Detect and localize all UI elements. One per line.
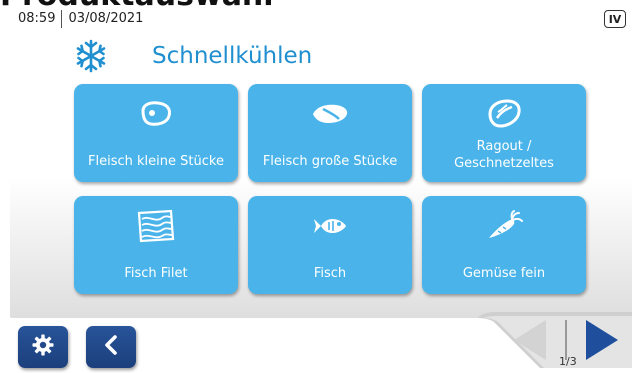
tile-fisch[interactable]: Fisch <box>248 196 412 294</box>
tile-ragout[interactable]: Ragout / Geschnetzeltes <box>422 84 586 182</box>
triangle-right-icon <box>586 320 618 360</box>
clock-date: 03/08/2021 <box>68 11 144 26</box>
tile-label: Ragout / Geschnetzeltes <box>454 138 554 172</box>
ragout-icon <box>480 96 528 132</box>
tile-label-line2: Geschnetzeltes <box>454 156 554 171</box>
status-bar: 08:59 03/08/2021 IV <box>10 6 632 32</box>
back-button[interactable] <box>86 326 136 368</box>
settings-button[interactable] <box>18 326 68 368</box>
tile-label: Gemüse fein <box>462 266 546 281</box>
tile-fleisch-kleine-stuecke[interactable]: Fleisch kleine Stücke <box>74 84 238 182</box>
tile-label: Fleisch große Stücke <box>262 154 398 169</box>
tile-label: Fisch <box>313 266 347 281</box>
product-grid: Fleisch kleine Stücke Fleisch große Stüc… <box>74 84 586 294</box>
carrot-icon <box>480 208 528 244</box>
chevron-left-icon <box>101 333 121 361</box>
snowflake-icon <box>74 39 108 73</box>
large-meat-icon <box>306 96 354 132</box>
tile-label-line1: Ragout / <box>476 139 532 154</box>
page-indicator: 1/3 <box>559 355 577 368</box>
app-window: Produktauswahl 08:59 03/08/2021 IV <box>0 0 640 373</box>
fish-fillet-icon <box>132 208 180 244</box>
next-page-button[interactable] <box>582 318 622 362</box>
header: Schnellkühlen <box>74 38 312 74</box>
page-title: Schnellkühlen <box>152 43 313 69</box>
tile-fleisch-grosse-stuecke[interactable]: Fleisch große Stücke <box>248 84 412 182</box>
tile-label: Fleisch kleine Stücke <box>88 154 224 169</box>
tile-label: Fisch Filet <box>124 266 188 281</box>
triangle-left-icon <box>514 320 546 360</box>
fish-icon <box>306 208 354 244</box>
tile-gemuese-fein[interactable]: Gemüse fein <box>422 196 586 294</box>
level-badge[interactable]: IV <box>604 10 626 28</box>
clock-time: 08:59 <box>18 10 63 28</box>
small-meat-icon <box>132 96 180 132</box>
tile-fisch-filet[interactable]: Fisch Filet <box>74 196 238 294</box>
previous-page-button[interactable] <box>510 318 550 362</box>
gear-icon <box>31 333 55 361</box>
